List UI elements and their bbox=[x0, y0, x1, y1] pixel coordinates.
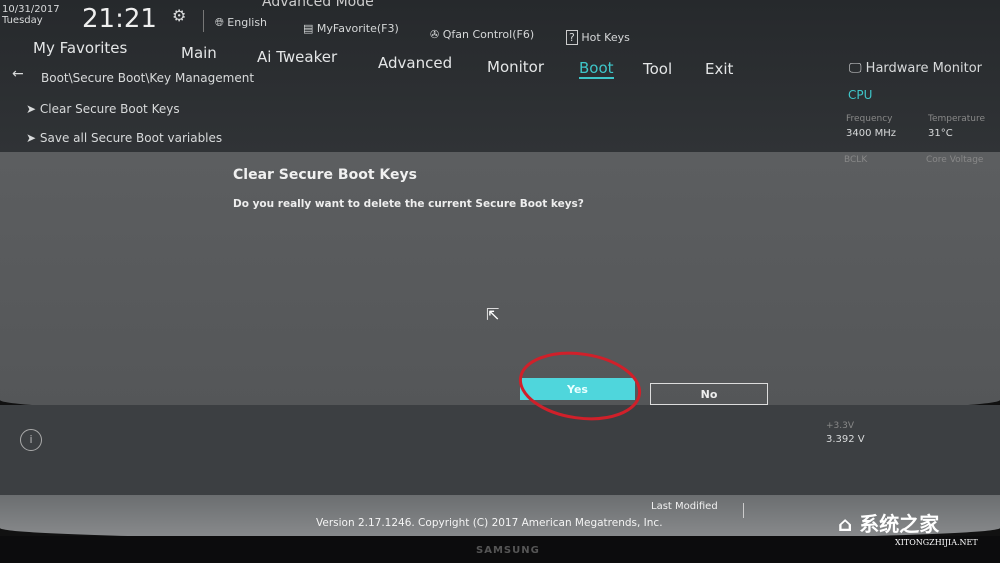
favorite-icon: ▤ bbox=[303, 22, 317, 35]
freq-value: 3400 MHz bbox=[846, 128, 897, 139]
freq-label: Frequency bbox=[846, 114, 893, 124]
core-voltage-label: Core Voltage bbox=[926, 155, 984, 165]
divider bbox=[203, 10, 204, 32]
version-text: Version 2.17.1246. Copyright (C) 2017 Am… bbox=[316, 517, 663, 529]
gear-icon[interactable]: ⚙ bbox=[172, 6, 186, 25]
monitor-icon: 🖵︎ bbox=[849, 61, 866, 76]
tab-tool[interactable]: Tool bbox=[643, 60, 672, 78]
hw-title-text: Hardware Monitor bbox=[865, 61, 982, 76]
tab-advanced[interactable]: Advanced bbox=[378, 54, 452, 72]
info-icon[interactable]: i bbox=[20, 429, 42, 451]
no-button[interactable]: No bbox=[650, 383, 768, 405]
tab-my-favorites[interactable]: My Favorites bbox=[33, 39, 127, 57]
tab-exit[interactable]: Exit bbox=[705, 60, 733, 78]
hw-monitor-title: 🖵︎ Hardware Monitor bbox=[849, 61, 982, 76]
menu-item-save-variables[interactable]: ➤ Save all Secure Boot variables bbox=[26, 131, 222, 145]
last-modified-button[interactable]: Last Modified bbox=[651, 501, 718, 512]
lower-area bbox=[0, 405, 1000, 500]
v33-label: +3.3V bbox=[826, 421, 855, 431]
temp-label: Temperature bbox=[928, 114, 986, 124]
mode-title: Advanced Mode bbox=[262, 0, 374, 10]
bclk-label: BCLK bbox=[844, 155, 868, 165]
v33-value: 3.392 V bbox=[826, 434, 865, 445]
myfavorite-button[interactable]: ▤ MyFavorite(F3) bbox=[303, 22, 399, 35]
samsung-logo: SAMSUNG bbox=[476, 545, 540, 556]
fan-icon: ✇ bbox=[430, 28, 443, 41]
back-arrow-icon[interactable]: ← bbox=[12, 66, 24, 82]
menu-label: Save all Secure Boot variables bbox=[39, 131, 223, 145]
hotkeys-button[interactable]: ? Hot Keys bbox=[566, 30, 630, 45]
language-button[interactable]: 🌐︎ English bbox=[215, 16, 267, 30]
tab-boot[interactable]: Boot bbox=[579, 59, 614, 79]
qfan-label: Qfan Control(F6) bbox=[442, 28, 535, 41]
date-text: 10/31/2017 bbox=[2, 4, 60, 15]
language-label: English bbox=[227, 16, 268, 29]
watermark-logo: ⌂ 系统之家 bbox=[838, 508, 939, 537]
qfan-button[interactable]: ✇ Qfan Control(F6) bbox=[430, 28, 534, 41]
date: 10/31/2017 Tuesday bbox=[2, 4, 60, 26]
hw-cpu-label: CPU bbox=[848, 88, 873, 102]
day-text: Tuesday bbox=[2, 15, 43, 26]
tab-monitor[interactable]: Monitor bbox=[487, 58, 544, 76]
myfavorite-label: MyFavorite(F3) bbox=[316, 22, 399, 35]
mouse-cursor-icon: ⇱ bbox=[486, 305, 500, 324]
help-icon: ? bbox=[566, 30, 578, 45]
breadcrumb: Boot\Secure Boot\Key Management bbox=[41, 71, 255, 85]
divider bbox=[743, 503, 744, 518]
watermark-text: 系统之家 bbox=[859, 512, 940, 536]
tab-ai-tweaker[interactable]: Ai Tweaker bbox=[257, 48, 337, 66]
menu-label: Clear Secure Boot Keys bbox=[39, 102, 180, 116]
dialog-band bbox=[0, 152, 1000, 414]
dialog-message: Do you really want to delete the current… bbox=[233, 198, 584, 210]
temp-value: 31°C bbox=[928, 128, 953, 139]
menu-item-clear-keys[interactable]: ➤ Clear Secure Boot Keys bbox=[26, 102, 180, 116]
dialog-title: Clear Secure Boot Keys bbox=[233, 167, 417, 183]
house-icon: ⌂ bbox=[838, 512, 860, 536]
red-circle-annotation bbox=[518, 351, 642, 421]
tab-main[interactable]: Main bbox=[181, 44, 217, 62]
watermark-url: XITONGZHIJIA.NET bbox=[895, 538, 978, 547]
clock: 21:21 bbox=[82, 4, 157, 34]
globe-icon: 🌐︎ bbox=[215, 16, 228, 29]
hotkeys-label: Hot Keys bbox=[581, 31, 630, 44]
